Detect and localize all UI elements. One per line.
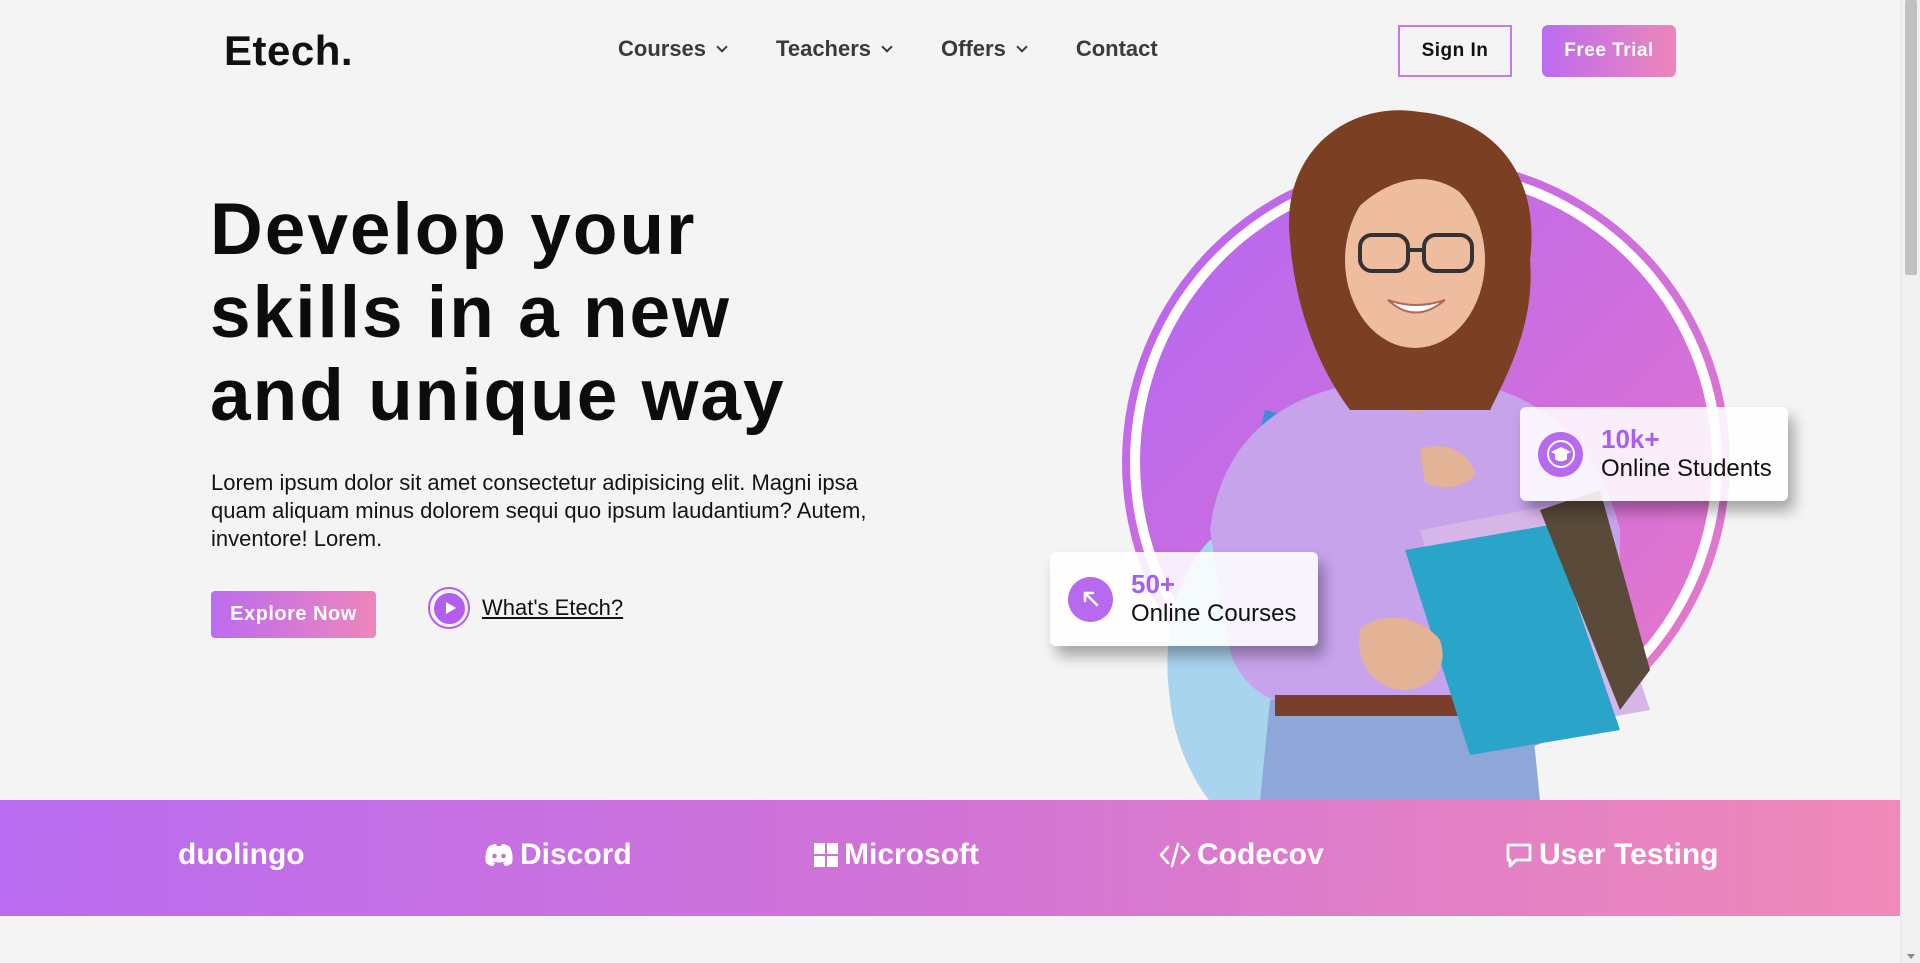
- discord-icon: [485, 844, 513, 866]
- nav-label: Courses: [618, 36, 707, 61]
- students-label: Online Students: [1601, 455, 1772, 482]
- chevron-down-icon: [1016, 40, 1028, 53]
- page-scrollbar[interactable]: [1900, 0, 1920, 963]
- brand-duolingo: duolingo: [178, 838, 305, 872]
- nav-item-teachers[interactable]: Teachers: [776, 36, 893, 62]
- brand-codecov: Codecov: [1159, 838, 1324, 872]
- hero-title-line: and unique way: [210, 355, 786, 436]
- courses-label: Online Courses: [1131, 600, 1297, 627]
- brand-name: Discord: [520, 838, 632, 871]
- microsoft-icon: [814, 843, 838, 867]
- main-nav: Courses Teachers Offers Contact: [618, 36, 1158, 62]
- stat-card-students: 10k+ Online Students: [1520, 407, 1788, 501]
- brand-microsoft: Microsoft: [814, 838, 979, 872]
- brand-band: duolingo Discord Microsoft Codecov User …: [0, 800, 1900, 916]
- graduation-cap-icon: [1538, 431, 1583, 477]
- nav-label: Teachers: [776, 36, 872, 61]
- site-header: Etech. Courses Teachers Offers Contact S…: [0, 0, 1900, 100]
- explore-now-button[interactable]: Explore Now: [211, 591, 376, 638]
- nav-item-courses[interactable]: Courses: [618, 36, 728, 62]
- hero-description: Lorem ipsum dolor sit amet consectetur a…: [211, 470, 867, 551]
- scrollbar-thumb[interactable]: [1905, 0, 1917, 275]
- hero-title-line: skills in a new: [210, 272, 731, 353]
- hero-title-line: Develop your: [210, 189, 697, 270]
- chat-bubble-icon: [1506, 843, 1532, 868]
- whats-etech-link[interactable]: What's Etech?: [428, 587, 623, 629]
- brand-name: duolingo: [178, 838, 305, 871]
- brand-discord: Discord: [484, 838, 632, 872]
- chevron-down-icon: [716, 40, 728, 53]
- stat-card-courses: 50+ Online Courses: [1050, 552, 1318, 646]
- arrow-up-left-icon: [1068, 576, 1113, 622]
- scroll-down-arrow-icon[interactable]: [1907, 954, 1915, 959]
- brand-name: User Testing: [1539, 838, 1719, 871]
- brand-name: Codecov: [1197, 838, 1324, 871]
- code-icon: [1159, 842, 1191, 868]
- whats-etech-label[interactable]: What's Etech?: [482, 595, 623, 621]
- students-count: 10k+: [1601, 424, 1660, 454]
- brand-name: Microsoft: [844, 838, 979, 871]
- brand-user-testing: User Testing: [1505, 838, 1719, 872]
- courses-count: 50+: [1131, 569, 1176, 599]
- nav-item-contact[interactable]: Contact: [1076, 36, 1158, 62]
- nav-item-offers[interactable]: Offers: [941, 36, 1028, 62]
- nav-label: Offers: [941, 36, 1006, 61]
- sign-in-button[interactable]: Sign In: [1398, 25, 1512, 77]
- hero-title: Develop your skills in a new and unique …: [210, 188, 850, 437]
- play-icon[interactable]: [428, 587, 470, 629]
- nav-label: Contact: [1075, 36, 1158, 61]
- chevron-down-icon: [881, 40, 893, 53]
- free-trial-button[interactable]: Free Trial: [1542, 25, 1676, 77]
- site-logo[interactable]: Etech.: [224, 27, 353, 75]
